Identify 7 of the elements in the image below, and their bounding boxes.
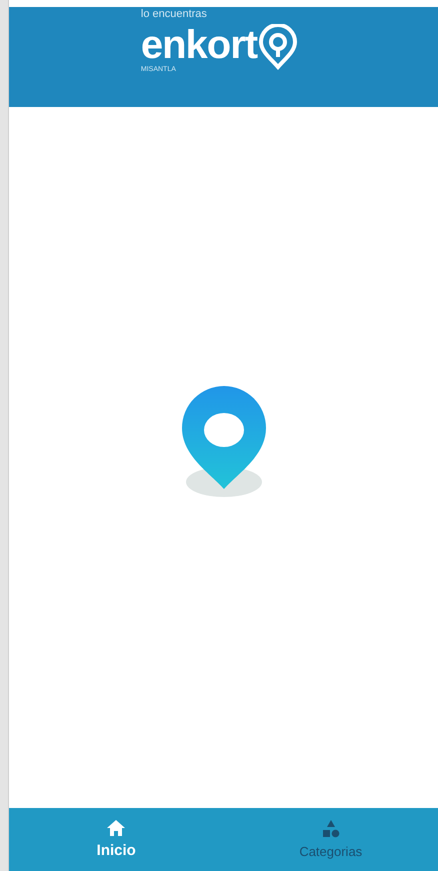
home-icon [106,818,126,837]
logo-wordmark: enkort [140,25,258,65]
pin-icon [258,24,298,70]
shapes-icon [320,819,341,840]
nav-tab[interactable]: Categorias [224,808,438,871]
nav-tab[interactable]: Inicio [9,808,224,871]
logo-tagline: lo encuentras [140,9,208,20]
